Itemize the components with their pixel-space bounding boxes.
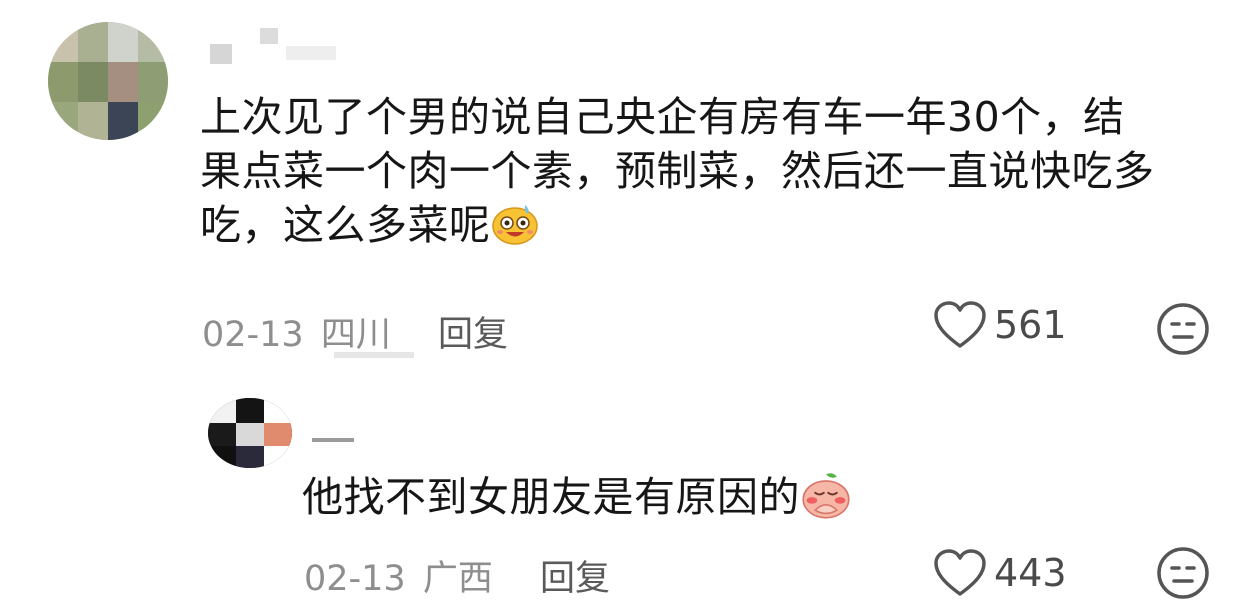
username-censored[interactable] [312,436,362,448]
reply-button[interactable]: 回复 [540,550,610,601]
like-count: 443 [994,551,1067,595]
dislike-button[interactable] [1156,546,1210,603]
comment-thread: 上次见了个男的说自己央企有房有车一年30个，结 果点菜一个肉一个素，预制菜，然后… [0,0,1260,603]
meh-face-icon [1157,547,1209,599]
comment-text-line: 吃，这么多菜呢 [200,198,1155,252]
username-censored[interactable] [208,22,338,72]
reply-button[interactable]: 回复 [438,306,508,357]
meh-face-icon [1157,303,1209,355]
comment-meta: 02-13 四川 [202,306,391,357]
like-button[interactable]: 561 [932,300,1067,350]
comment-text-line: 上次见了个男的说自己央企有房有车一年30个，结 [200,93,1125,141]
avatar[interactable] [208,398,292,468]
peach-shy-emoji [802,473,850,519]
comment-location: 四川 [320,315,391,355]
comment-date: 02-13 [304,559,406,599]
comment-text-line: 果点菜一个肉一个素，预制菜，然后还一直说快吃多 [200,147,1155,195]
comment-text: 他找不到女朋友是有原因的 [302,470,852,524]
heart-icon [934,301,986,348]
avatar[interactable] [48,22,168,140]
comment-meta: 02-13 广西 [304,550,493,601]
comment-date: 02-13 [202,315,304,355]
heart-icon [934,549,986,596]
comment-location: 广西 [422,559,493,599]
smiling-sweat-emoji [491,205,538,245]
comment-text-line: 他找不到女朋友是有原因的 [302,470,852,524]
like-count: 561 [994,303,1067,347]
dislike-button[interactable] [1156,302,1210,360]
comment-text: 上次见了个男的说自己央企有房有车一年30个，结 果点菜一个肉一个素，预制菜，然后… [200,90,1155,252]
faded-underline [334,352,414,358]
like-button[interactable]: 443 [932,548,1067,598]
